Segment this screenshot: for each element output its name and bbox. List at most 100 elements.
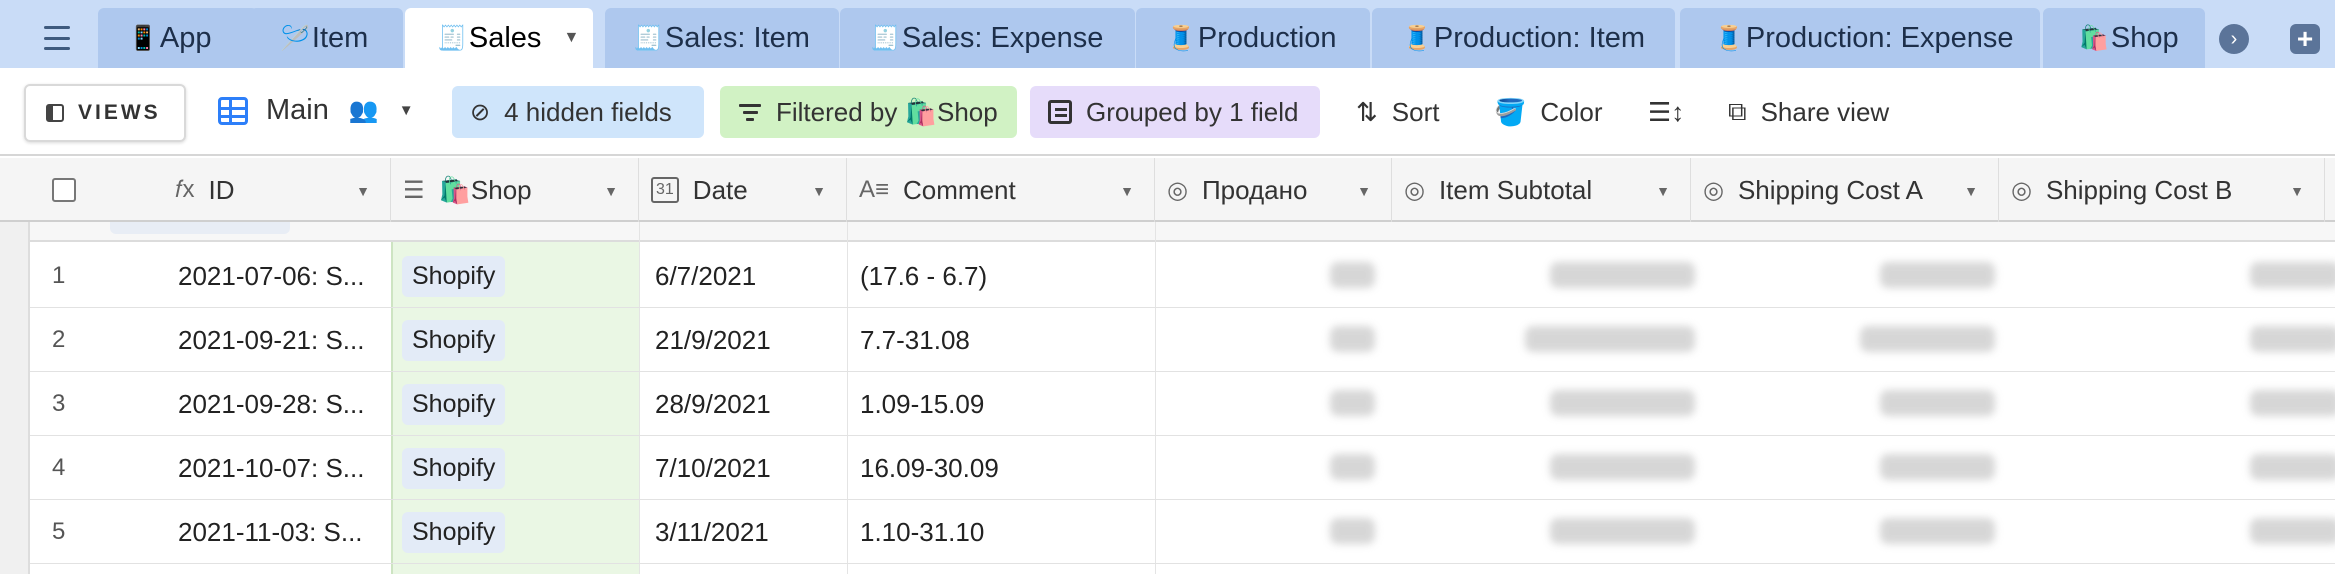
row-height-button[interactable]: ☰↕ [1648, 86, 1684, 138]
group-header[interactable] [30, 222, 2335, 242]
cell-id[interactable]: 2021-07-06: S... [178, 244, 408, 308]
cell-comment[interactable]: 1.09-15.09 [860, 372, 1160, 436]
blurred-value [1330, 518, 1375, 544]
blurred-value [1550, 262, 1695, 288]
rollup-icon: ◎ [1167, 176, 1188, 204]
paint-bucket-icon: 🪣 [1494, 96, 1527, 127]
thread-spool-icon: 🧵 [1402, 24, 1432, 52]
row-number: 2 [52, 326, 66, 353]
grid-view-icon [218, 96, 248, 125]
filter-button[interactable]: Filtered by 🛍️Shop [720, 86, 1017, 138]
views-button[interactable]: VIEWS [24, 84, 186, 142]
column-header-label: Shipping Cost A [1737, 174, 1923, 205]
chevron-down-icon[interactable]: ▼ [812, 183, 826, 199]
cell-date[interactable]: 21/9/2021 [655, 308, 855, 372]
add-table-icon[interactable]: + [2290, 24, 2320, 54]
rollup-icon: ◎ [1404, 176, 1425, 204]
hide-fields-button[interactable]: ⊘ 4 hidden fields [452, 86, 704, 138]
tab-production-expense[interactable]: 🧵 Production: Expense [1680, 8, 2040, 68]
cell-id[interactable]: 2021-09-28: S... [178, 372, 408, 436]
tab-label: Production: Item [1433, 21, 1646, 54]
cell-date[interactable]: 7/10/2021 [655, 436, 855, 500]
needle-icon: 🪡 [280, 24, 310, 52]
cell-comment[interactable]: (17.6 - 6.7) [860, 244, 1160, 308]
chevron-down-icon[interactable]: ▼ [1656, 183, 1670, 199]
share-view-button[interactable]: ⧉ Share view [1728, 86, 1889, 138]
column-header-shop[interactable]: ☰ 🛍️Shop ▼ [391, 158, 639, 222]
tab-item[interactable]: 🪡 Item [250, 8, 403, 68]
view-switcher[interactable]: Main 👥 ▼ [218, 94, 414, 127]
calendar-icon: 31 [651, 177, 679, 203]
table-row[interactable]: 4 2021-10-07: S... Shopify 7/10/2021 16.… [30, 436, 2335, 500]
formula-icon: 𝑓x [175, 176, 195, 203]
linked-record-chip[interactable]: Shopify [402, 255, 506, 297]
tab-app[interactable]: 📱 App [98, 8, 258, 68]
cell-shop[interactable]: Shopify [402, 308, 642, 372]
view-toolbar: VIEWS Main 👥 ▼ ⊘ 4 hidden fields Filtere… [0, 68, 2335, 156]
tab-production[interactable]: 🧵 Production [1136, 8, 1370, 68]
cell-comment[interactable]: 7.7-31.08 [860, 308, 1160, 372]
menu-icon[interactable] [28, 22, 86, 54]
blurred-value [1330, 390, 1375, 416]
table-row[interactable]: 2 2021-09-21: S... Shopify 21/9/2021 7.7… [30, 308, 2335, 372]
cell-comment[interactable]: 16.09-30.09 [860, 436, 1160, 500]
column-header-shipping-cost-a[interactable]: ◎ Shipping Cost A ▼ [1691, 158, 1999, 222]
chevron-down-icon[interactable]: ▼ [356, 183, 370, 199]
linked-record-chip[interactable]: Shopify [402, 447, 506, 489]
cell-date[interactable]: 28/9/2021 [655, 372, 855, 436]
cell-id[interactable]: 2021-11-03: S... [178, 500, 408, 564]
eye-slash-icon: ⊘ [470, 98, 491, 126]
cell-comment[interactable]: 1.10-31.10 [860, 500, 1160, 564]
cell-shop[interactable]: Shopify [402, 500, 642, 564]
chevron-down-icon[interactable]: ▼ [1120, 183, 1134, 199]
chevron-down-icon[interactable]: ▼ [563, 29, 579, 47]
column-header-date[interactable]: 31 Date ▼ [639, 158, 847, 222]
chevron-down-icon[interactable]: ▼ [399, 102, 414, 119]
select-all-checkbox[interactable] [52, 178, 76, 202]
chevron-down-icon[interactable]: ▼ [2290, 183, 2304, 199]
blurred-value [1880, 454, 1995, 480]
cell-id[interactable]: 2021-09-21: S... [178, 308, 408, 372]
table-row[interactable]: 3 2021-09-28: S... Shopify 28/9/2021 1.0… [30, 372, 2335, 436]
row-number: 4 [52, 454, 66, 481]
column-header-item-subtotal[interactable]: ◎ Item Subtotal ▼ [1392, 158, 1691, 222]
chevron-down-icon[interactable]: ▼ [604, 183, 618, 199]
more-tabs-icon[interactable]: › [2219, 24, 2249, 54]
linked-record-chip[interactable]: Shopify [402, 511, 506, 553]
group-button[interactable]: Grouped by 1 field [1030, 86, 1320, 138]
blurred-value [2250, 262, 2335, 288]
color-button[interactable]: 🪣 Color [1494, 86, 1603, 138]
tab-sales-expense[interactable]: 🧾 Sales: Expense [840, 8, 1135, 68]
thread-spool-icon: 🧵 [1714, 24, 1744, 52]
filter-label: Filtered by 🛍️Shop [776, 96, 998, 127]
tab-shop[interactable]: 🛍️ Shop [2043, 8, 2205, 68]
linked-record-chip[interactable]: Shopify [402, 383, 506, 425]
cell-shop[interactable]: Shopify [402, 244, 642, 308]
cell-date[interactable]: 3/11/2021 [655, 500, 855, 564]
blurred-value [2250, 326, 2335, 352]
tab-production-item[interactable]: 🧵 Production: Item [1372, 8, 1675, 68]
column-header-comment[interactable]: A≡ Comment ▼ [847, 158, 1155, 222]
cell-shop[interactable]: Shopify [402, 436, 642, 500]
tab-sales[interactable]: 🧾 Sales ▼ [405, 8, 593, 68]
sort-arrows-icon: ⇅ [1356, 96, 1378, 127]
table-row[interactable]: 5 2021-11-03: S... Shopify 3/11/2021 1.1… [30, 500, 2335, 564]
group-icon [1048, 100, 1072, 124]
cell-date[interactable]: 6/7/2021 [655, 244, 855, 308]
linked-record-chip[interactable]: Shopify [402, 319, 506, 361]
receipt-icon: 🧾 [437, 24, 467, 52]
cell-id[interactable]: 2021-10-07: S... [178, 436, 408, 500]
chevron-down-icon[interactable]: ▼ [1357, 183, 1371, 199]
chevron-down-icon[interactable]: ▼ [1964, 183, 1978, 199]
cell-shop[interactable]: Shopify [402, 372, 642, 436]
sort-button[interactable]: ⇅ Sort [1356, 86, 1439, 138]
table-row[interactable]: 1 2021-07-06: S... Shopify 6/7/2021 (17.… [30, 244, 2335, 308]
column-header-id[interactable]: 𝑓x ID ▼ [160, 158, 391, 222]
tab-label: Sales: Item [664, 21, 810, 54]
blurred-value [1330, 262, 1375, 288]
column-header-shipping-cost-b[interactable]: ◎ Shipping Cost B ▼ [1999, 158, 2325, 222]
row-number: 5 [52, 518, 66, 545]
column-header-label: Item Subtotal [1438, 174, 1593, 205]
column-header-prodano[interactable]: ◎ Продано ▼ [1155, 158, 1392, 222]
tab-sales-item[interactable]: 🧾 Sales: Item [605, 8, 839, 68]
